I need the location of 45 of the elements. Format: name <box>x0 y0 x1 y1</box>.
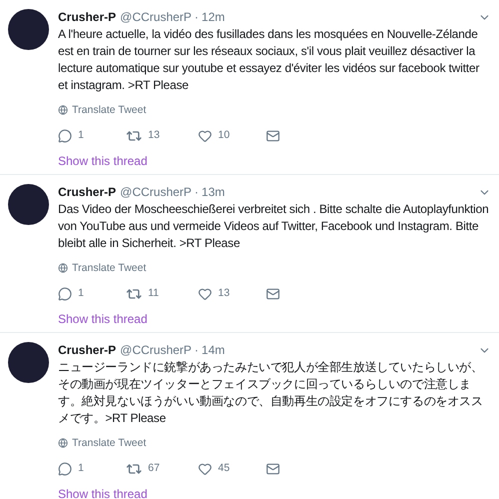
globe-icon <box>58 438 68 448</box>
show-thread-link[interactable]: Show this thread <box>58 153 148 169</box>
reply-icon[interactable] <box>58 129 72 143</box>
heart-icon[interactable] <box>198 129 212 143</box>
tweet-text: Das Video der Moscheeschießerei verbreitet sich . Bitte schalte die Autoplayfunktion von YouTube aus und vermeide Videos auf Twitter, Facebook und Instagram. Bitte bleibt alle in Sicherheit. >RT Please <box>58 201 490 252</box>
reply-count: 1 <box>78 461 84 476</box>
mail-icon[interactable] <box>266 287 280 301</box>
mail-icon[interactable] <box>266 462 280 476</box>
translate-link[interactable]: Translate Tweet <box>72 103 146 117</box>
like-count: 45 <box>218 461 230 476</box>
user-name[interactable]: Crusher-P <box>58 184 116 200</box>
reply-count: 1 <box>78 128 84 144</box>
user-handle: @CCrusherP <box>120 342 192 358</box>
user-name[interactable]: Crusher-P <box>58 342 116 358</box>
heart-icon[interactable] <box>198 462 212 476</box>
like-count: 13 <box>218 286 230 302</box>
retweet-count: 11 <box>148 286 159 302</box>
dot-separator: · <box>194 342 199 358</box>
tweet-text: A l'heure actuelle, la vidéo des fusillades dans les mosquées en Nouvelle-Zélande est en train de tourner sur les réseaux sociaux, s'il vous plait veuillez désactiver la lecture automatique sur youtube et essayez d'éviter les vidéos sur facebook twitter et instagram. >RT Please <box>58 26 480 94</box>
dot-separator: · <box>194 184 199 200</box>
reply-icon[interactable] <box>58 287 72 301</box>
user-name[interactable]: Crusher-P <box>58 9 116 25</box>
reply-icon[interactable] <box>58 462 72 476</box>
tweet-text: ニュージーランドに銃撃があったみたいで犯人が全部生放送していたらしいが、その動画が現在ツイッターとフェイスブックに回っているらしいので注意します。絶対見ないほうがいい動画なので、自動再生の設定をオフにするのをオススメです。>RT Please <box>58 359 484 427</box>
translate-link[interactable]: Translate Tweet <box>72 436 146 450</box>
globe-icon <box>58 263 68 273</box>
retweet-count: 67 <box>148 461 160 476</box>
tweet-time[interactable]: 12m <box>202 9 225 25</box>
tweet-time[interactable]: 13m <box>202 184 225 200</box>
avatar[interactable] <box>8 184 49 225</box>
retweet-count: 13 <box>148 128 160 144</box>
user-handle: @CCrusherP <box>120 9 192 25</box>
show-thread-link[interactable]: Show this thread <box>58 311 148 327</box>
globe-icon <box>58 105 68 115</box>
mail-icon[interactable] <box>266 129 280 143</box>
avatar[interactable] <box>8 9 49 50</box>
tweet-time[interactable]: 14m <box>202 342 225 358</box>
reply-count: 1 <box>78 286 84 302</box>
heart-icon[interactable] <box>198 287 212 301</box>
avatar[interactable] <box>8 342 49 383</box>
translate-link[interactable]: Translate Tweet <box>72 261 146 275</box>
user-handle: @CCrusherP <box>120 184 192 200</box>
dot-separator: · <box>194 9 199 25</box>
show-thread-link[interactable]: Show this thread <box>58 486 148 499</box>
like-count: 10 <box>218 128 230 144</box>
